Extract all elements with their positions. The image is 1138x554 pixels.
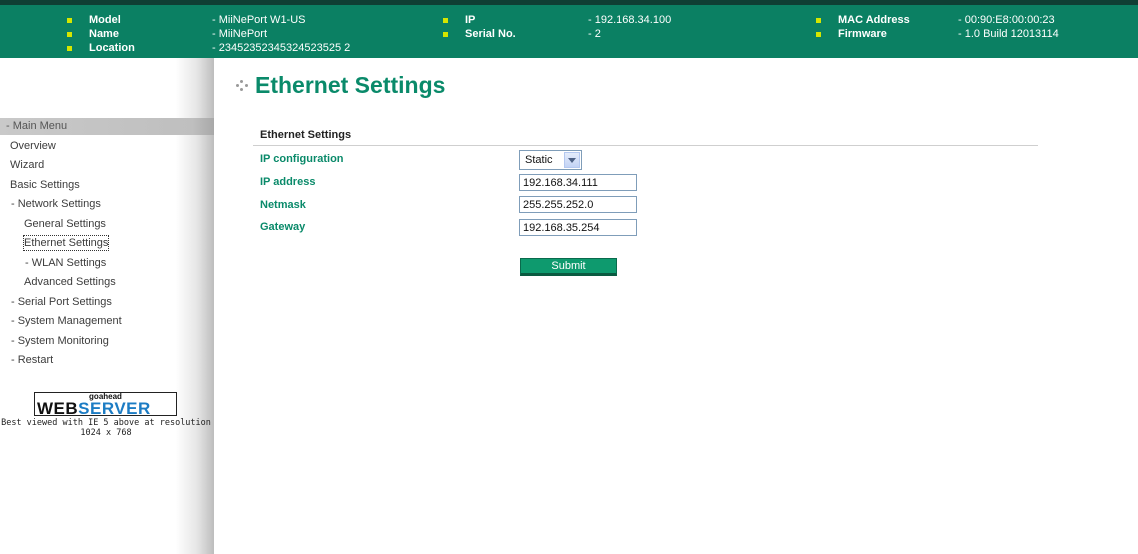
ip-address-input[interactable]: [519, 174, 637, 191]
section-divider: [253, 145, 1038, 146]
location-value: - 23452352345324523525 2: [212, 42, 351, 54]
menu-item-overview[interactable]: Overview: [10, 139, 56, 153]
device-info-header: Model - MiiNePort W1-US IP - 192.168.34.…: [0, 0, 1138, 58]
header-row-1: Model - MiiNePort W1-US IP - 192.168.34.…: [0, 13, 1138, 27]
serial-value: - 2: [588, 28, 601, 40]
serial-label: Serial No.: [465, 28, 516, 40]
menu-item-serial-port-settings[interactable]: - Serial Port Settings: [11, 295, 112, 309]
menu-item-advanced-settings[interactable]: Advanced Settings: [24, 275, 116, 289]
firmware-label: Firmware: [838, 28, 887, 40]
location-label: Location: [89, 42, 135, 54]
main-menu-header[interactable]: - Main Menu: [0, 118, 214, 135]
menu-item-wizard[interactable]: Wizard: [10, 158, 44, 172]
sidebar: - Main Menu Overview Wizard Basic Settin…: [0, 58, 214, 554]
ip-config-select[interactable]: Static: [519, 150, 582, 170]
ip-config-value: Static: [525, 154, 553, 166]
page-title: Ethernet Settings: [255, 72, 446, 98]
firmware-value: - 1.0 Build 12013114: [958, 28, 1059, 40]
gateway-input[interactable]: [519, 219, 637, 236]
bullet-icon: [443, 18, 448, 23]
ip-config-label: IP configuration: [260, 153, 344, 165]
ip-address-label: IP address: [260, 176, 316, 188]
logo-server-text: SERVER: [78, 399, 151, 418]
name-value: - MiiNePort: [212, 28, 268, 40]
bullet-icon: [443, 32, 448, 37]
goahead-webserver-logo: goahead WEBSERVER: [34, 392, 177, 418]
chevron-down-icon[interactable]: [564, 152, 580, 168]
gateway-label: Gateway: [260, 221, 306, 233]
bullet-icon: [816, 18, 821, 23]
title-dots-icon: [236, 80, 250, 92]
logo-web-text: WEB: [37, 399, 79, 418]
menu-item-network-settings[interactable]: - Network Settings: [11, 197, 101, 211]
submit-button[interactable]: Submit: [520, 258, 617, 276]
mac-value: - 00:90:E8:00:00:23: [958, 14, 1055, 26]
model-label: Model: [89, 14, 121, 26]
bullet-icon: [816, 32, 821, 37]
menu-item-ethernet-settings[interactable]: Ethernet Settings: [22, 235, 110, 251]
netmask-input[interactable]: [519, 196, 637, 213]
bullet-icon: [67, 46, 72, 51]
menu-item-system-management[interactable]: - System Management: [11, 314, 122, 328]
bullet-icon: [67, 32, 72, 37]
netmask-label: Netmask: [260, 199, 306, 211]
menu-item-basic-settings[interactable]: Basic Settings: [10, 178, 80, 192]
model-value: - MiiNePort W1-US: [212, 14, 306, 26]
header-row-2: Name - MiiNePort Serial No. - 2 Firmware…: [0, 27, 1138, 41]
header-row-3: Location - 23452352345324523525 2: [0, 41, 1138, 55]
menu-item-restart[interactable]: - Restart: [11, 353, 53, 367]
bullet-icon: [67, 18, 72, 23]
menu-item-general-settings[interactable]: General Settings: [24, 217, 106, 231]
mac-label: MAC Address: [838, 14, 910, 26]
best-viewed-note: Best viewed with IE 5 above at resolutio…: [1, 418, 211, 438]
section-title: Ethernet Settings: [260, 129, 352, 141]
menu-item-system-monitoring[interactable]: - System Monitoring: [11, 334, 109, 348]
ip-value: - 192.168.34.100: [588, 14, 672, 26]
menu-item-wlan-settings[interactable]: - WLAN Settings: [25, 256, 106, 270]
ip-label: IP: [465, 14, 476, 26]
name-label: Name: [89, 28, 119, 40]
